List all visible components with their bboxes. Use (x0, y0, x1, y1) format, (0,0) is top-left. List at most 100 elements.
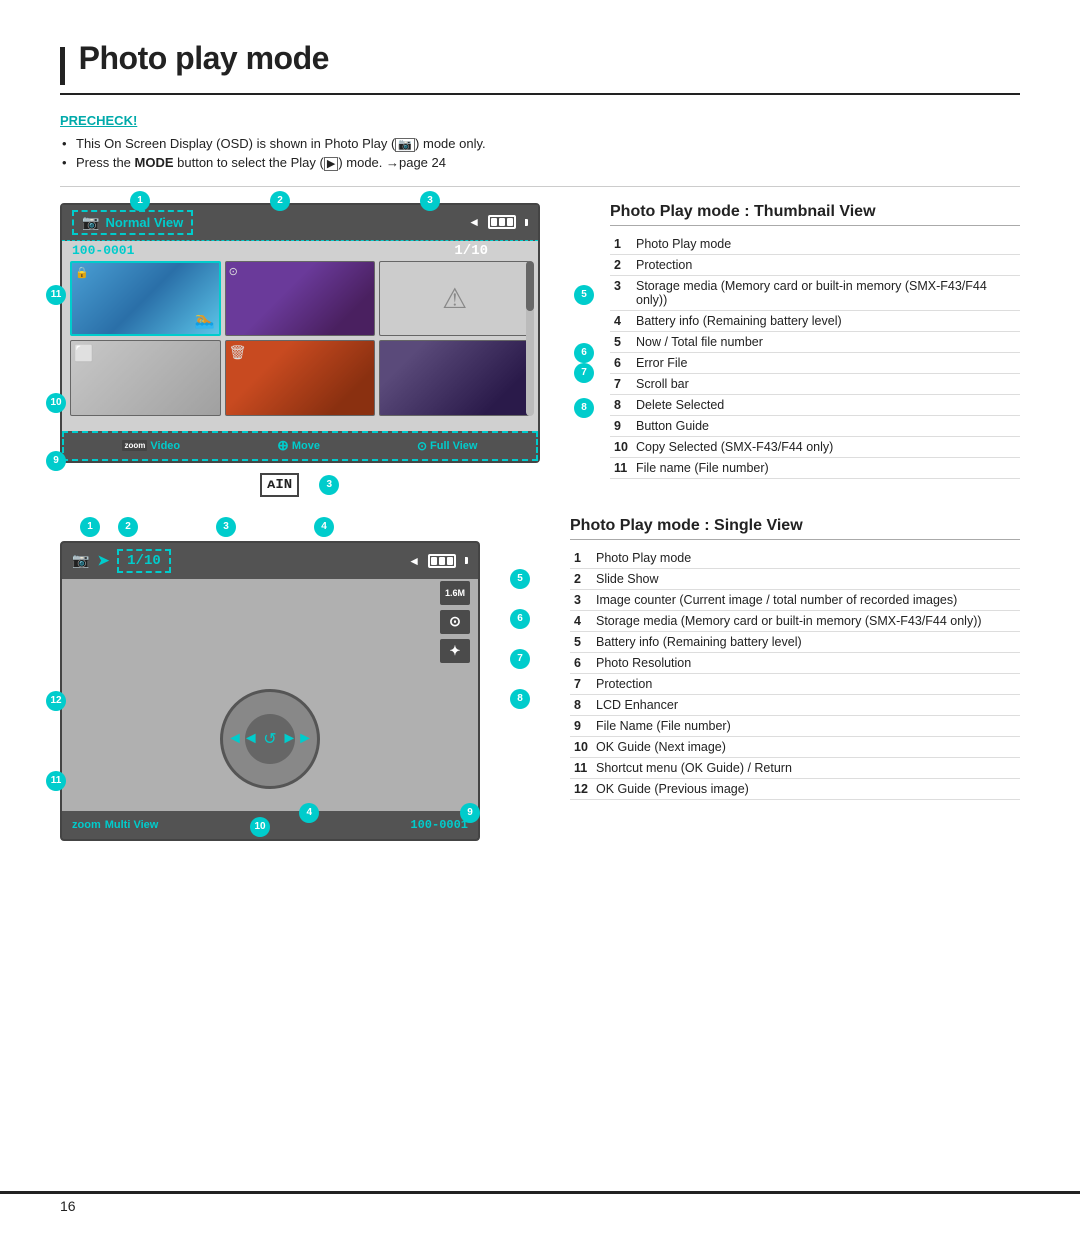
item-number: 4 (610, 310, 632, 331)
resolution-icon: 1.6M (440, 581, 470, 605)
callout-s4-storage: 4 (299, 803, 319, 823)
callout-9: 9 (46, 451, 66, 471)
battery-cell-s2 (439, 557, 445, 565)
single-item-row: 1Photo Play mode (570, 548, 1020, 569)
callout-10: 10 (46, 393, 66, 413)
single-item-row: 7Protection (570, 673, 1020, 694)
item-number: 1 (610, 234, 632, 255)
item-number: 9 (570, 715, 592, 736)
bottom-video: zoom Video (122, 440, 180, 452)
thumbnail-screen: 📷 Normal View ◄ 100-00 (60, 203, 540, 463)
left-arrow-icon: ◄ (468, 215, 480, 229)
battery-cell-3 (507, 218, 513, 226)
item-label: Delete Selected (632, 394, 1020, 415)
page-number: 16 (60, 1198, 76, 1214)
single-screen: 📷 ➤ 1/10 ◄ 1.6M ⊙ ✦ (60, 541, 480, 841)
screen-inner: 📷 Normal View ◄ 100-00 (62, 205, 538, 461)
single-item-row: 4Storage media (Memory card or built-in … (570, 610, 1020, 631)
page-title: Photo play mode (79, 40, 329, 76)
item-label: Image counter (Current image / total num… (592, 589, 1020, 610)
callout-s2: 2 (118, 517, 138, 537)
item-number: 8 (610, 394, 632, 415)
item-label: Photo Play mode (632, 234, 1020, 255)
item-label: OK Guide (Previous image) (592, 778, 1020, 799)
callout-s7: 7 (510, 649, 530, 669)
battery-tip-s (465, 557, 468, 564)
single-counter: 1/10 (117, 549, 171, 573)
bottom-fullview: ⊙ Full View (417, 439, 478, 453)
thumb-item-row: 7Scroll bar (610, 373, 1020, 394)
precheck-label: PRECHECK! (60, 113, 1020, 128)
callout-s4: 4 (314, 517, 334, 537)
item-label: Battery info (Remaining battery level) (632, 310, 1020, 331)
lock-icon: 🔒 (75, 266, 89, 279)
callout-s6: 6 (510, 609, 530, 629)
thumbnail-screen-area: 1 2 3 📷 Normal View ◄ (60, 203, 580, 497)
battery-tip (525, 219, 528, 226)
precheck-section: PRECHECK! This On Screen Display (OSD) i… (60, 113, 1020, 187)
item-number: 5 (610, 331, 632, 352)
scrollbar[interactable] (526, 261, 534, 416)
thumbnail-items-table: 1Photo Play mode2Protection3Storage medi… (610, 234, 1020, 479)
thumb-item-row: 2Protection (610, 254, 1020, 275)
item-number: 10 (570, 736, 592, 757)
thumb-6 (379, 340, 530, 416)
item-number: 12 (570, 778, 592, 799)
item-number: 3 (570, 589, 592, 610)
single-bottom-bar: zoom Multi View 100-0001 (62, 811, 478, 839)
scrollbar-handle[interactable] (526, 261, 534, 311)
in-badge-1: ᴀIN (260, 473, 299, 497)
thumbnail-view-section: 1 2 3 📷 Normal View ◄ (60, 203, 1020, 497)
single-item-row: 8LCD Enhancer (570, 694, 1020, 715)
thumb-item-row: 8Delete Selected (610, 394, 1020, 415)
single-bottom-left: zoom Multi View (72, 819, 158, 831)
item-number: 6 (610, 352, 632, 373)
item-number: 11 (570, 757, 592, 778)
callout-3: 3 (420, 191, 440, 211)
item-number: 11 (610, 457, 632, 478)
thumb-3: ⚠ (379, 261, 530, 337)
item-label: Storage media (Memory card or built-in m… (592, 610, 1020, 631)
osd-topbar: 📷 Normal View ◄ (62, 205, 538, 241)
single-filename: 100-0001 (410, 818, 468, 832)
single-screen-area: 1 2 3 4 📷 ➤ 1/10 ◄ (60, 517, 540, 837)
single-view-section: 1 2 3 4 📷 ➤ 1/10 ◄ (60, 517, 1020, 837)
single-view-title: Photo Play mode : Single View (570, 517, 1020, 540)
person-icon: 🏊 (195, 310, 215, 330)
battery-cell-s3 (447, 557, 453, 565)
single-items-table: 1Photo Play mode2Slide Show3Image counte… (570, 548, 1020, 800)
page-line (0, 1191, 1080, 1194)
callout-7: 7 (574, 363, 594, 383)
zoom-label-single: zoom (72, 819, 101, 831)
thumb-1: 🔒 🏊 (70, 261, 221, 337)
protection-icon: ⊙ (440, 610, 470, 634)
lock-icon-2: ⊙ (229, 265, 238, 278)
single-battery: ◄ (408, 554, 468, 568)
single-item-row: 10OK Guide (Next image) (570, 736, 1020, 757)
storage-indicator-row: ᴀIN 3 (260, 473, 580, 497)
single-item-row: 6Photo Resolution (570, 652, 1020, 673)
item-label: Battery info (Remaining battery level) (592, 631, 1020, 652)
callout-1: 1 (130, 191, 150, 211)
nav-arrows: ◄◄ ►► (223, 730, 317, 748)
thumb-item-row: 9Button Guide (610, 415, 1020, 436)
thumb-2: ⊙ (225, 261, 376, 337)
battery-icon-single (428, 554, 456, 568)
thumbnail-view-title: Photo Play mode : Thumbnail View (610, 203, 1020, 226)
item-label: Protection (592, 673, 1020, 694)
item-number: 1 (570, 548, 592, 569)
item-label: Scroll bar (632, 373, 1020, 394)
osd-bottombar: zoom Video ⊕ Move ⊙ Full View (62, 431, 538, 461)
mode-label: 📷 Normal View (72, 210, 193, 235)
item-label: Photo Resolution (592, 652, 1020, 673)
callout-3-storage: 3 (319, 475, 339, 495)
item-number: 7 (570, 673, 592, 694)
single-osd-left: 📷 ➤ 1/10 (72, 549, 171, 573)
bullet-item-2: Press the MODE button to select the Play… (60, 155, 1020, 170)
item-label: File Name (File number) (592, 715, 1020, 736)
item-number: 10 (610, 436, 632, 457)
item-label: Now / Total file number (632, 331, 1020, 352)
nav-circle[interactable]: ◄◄ ►► ↺ (220, 689, 320, 789)
thumb-item-row: 3Storage media (Memory card or built-in … (610, 275, 1020, 310)
item-number: 5 (570, 631, 592, 652)
